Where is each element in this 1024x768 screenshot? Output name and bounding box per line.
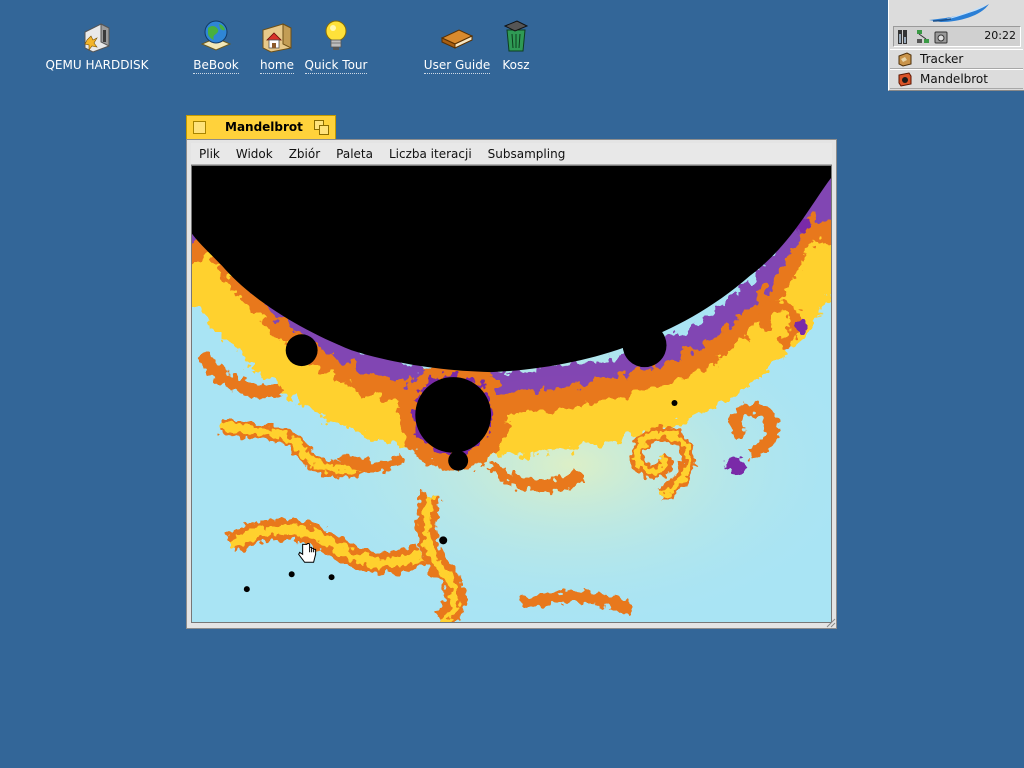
mandelbrot-window: Plik Widok Zbiór Paleta Liczba iteracji … bbox=[186, 139, 837, 629]
deskbar: 20:22 Tracker Mandelbrot bbox=[888, 0, 1024, 91]
system-tray: 20:22 bbox=[893, 26, 1021, 47]
clock[interactable]: 20:22 bbox=[984, 29, 1016, 42]
desktop-icon-label: Quick Tour bbox=[304, 58, 368, 74]
fractal-canvas[interactable] bbox=[191, 165, 832, 623]
mandelbrot-app-icon bbox=[898, 72, 912, 87]
menu-zbior[interactable]: Zbiór bbox=[281, 147, 328, 161]
menu-plik[interactable]: Plik bbox=[191, 147, 228, 161]
desktop-icon-label: Kosz bbox=[502, 58, 530, 72]
trash-icon bbox=[503, 20, 529, 52]
media-server-icon[interactable] bbox=[933, 29, 949, 45]
haiku-leaf-icon[interactable] bbox=[889, 0, 1024, 26]
menu-widok[interactable]: Widok bbox=[228, 147, 281, 161]
network-icon[interactable] bbox=[915, 29, 931, 45]
window-close-button[interactable] bbox=[193, 121, 206, 134]
window-resize-handle[interactable] bbox=[824, 616, 836, 628]
desktop-icon-qemu-harddisk[interactable]: QEMU HARDDISK bbox=[45, 18, 149, 73]
deskbar-item-mandelbrot[interactable]: Mandelbrot bbox=[890, 69, 1023, 89]
deskbar-item-tracker[interactable]: Tracker bbox=[890, 49, 1023, 69]
window-tab[interactable]: Mandelbrot bbox=[186, 115, 336, 139]
desktop-icon-label: QEMU HARDDISK bbox=[45, 58, 149, 72]
desktop-icon-kosz[interactable]: Kosz bbox=[466, 18, 566, 73]
cpu-meter-icon[interactable] bbox=[897, 29, 913, 45]
menu-liczba-iteracji[interactable]: Liczba iteracji bbox=[381, 147, 480, 161]
deskbar-item-label: Tracker bbox=[920, 52, 964, 66]
desktop-icon-quick-tour[interactable]: Quick Tour bbox=[286, 18, 386, 74]
menu-bar: Plik Widok Zbiór Paleta Liczba iteracji … bbox=[191, 143, 832, 165]
harddisk-icon bbox=[84, 23, 110, 53]
menu-subsampling[interactable]: Subsampling bbox=[480, 147, 574, 161]
tracker-icon bbox=[898, 52, 912, 67]
lightbulb-icon bbox=[325, 20, 347, 50]
window-title: Mandelbrot bbox=[225, 120, 303, 134]
window-zoom-button[interactable] bbox=[314, 120, 329, 135]
menu-paleta[interactable]: Paleta bbox=[328, 147, 381, 161]
deskbar-item-label: Mandelbrot bbox=[920, 72, 988, 86]
